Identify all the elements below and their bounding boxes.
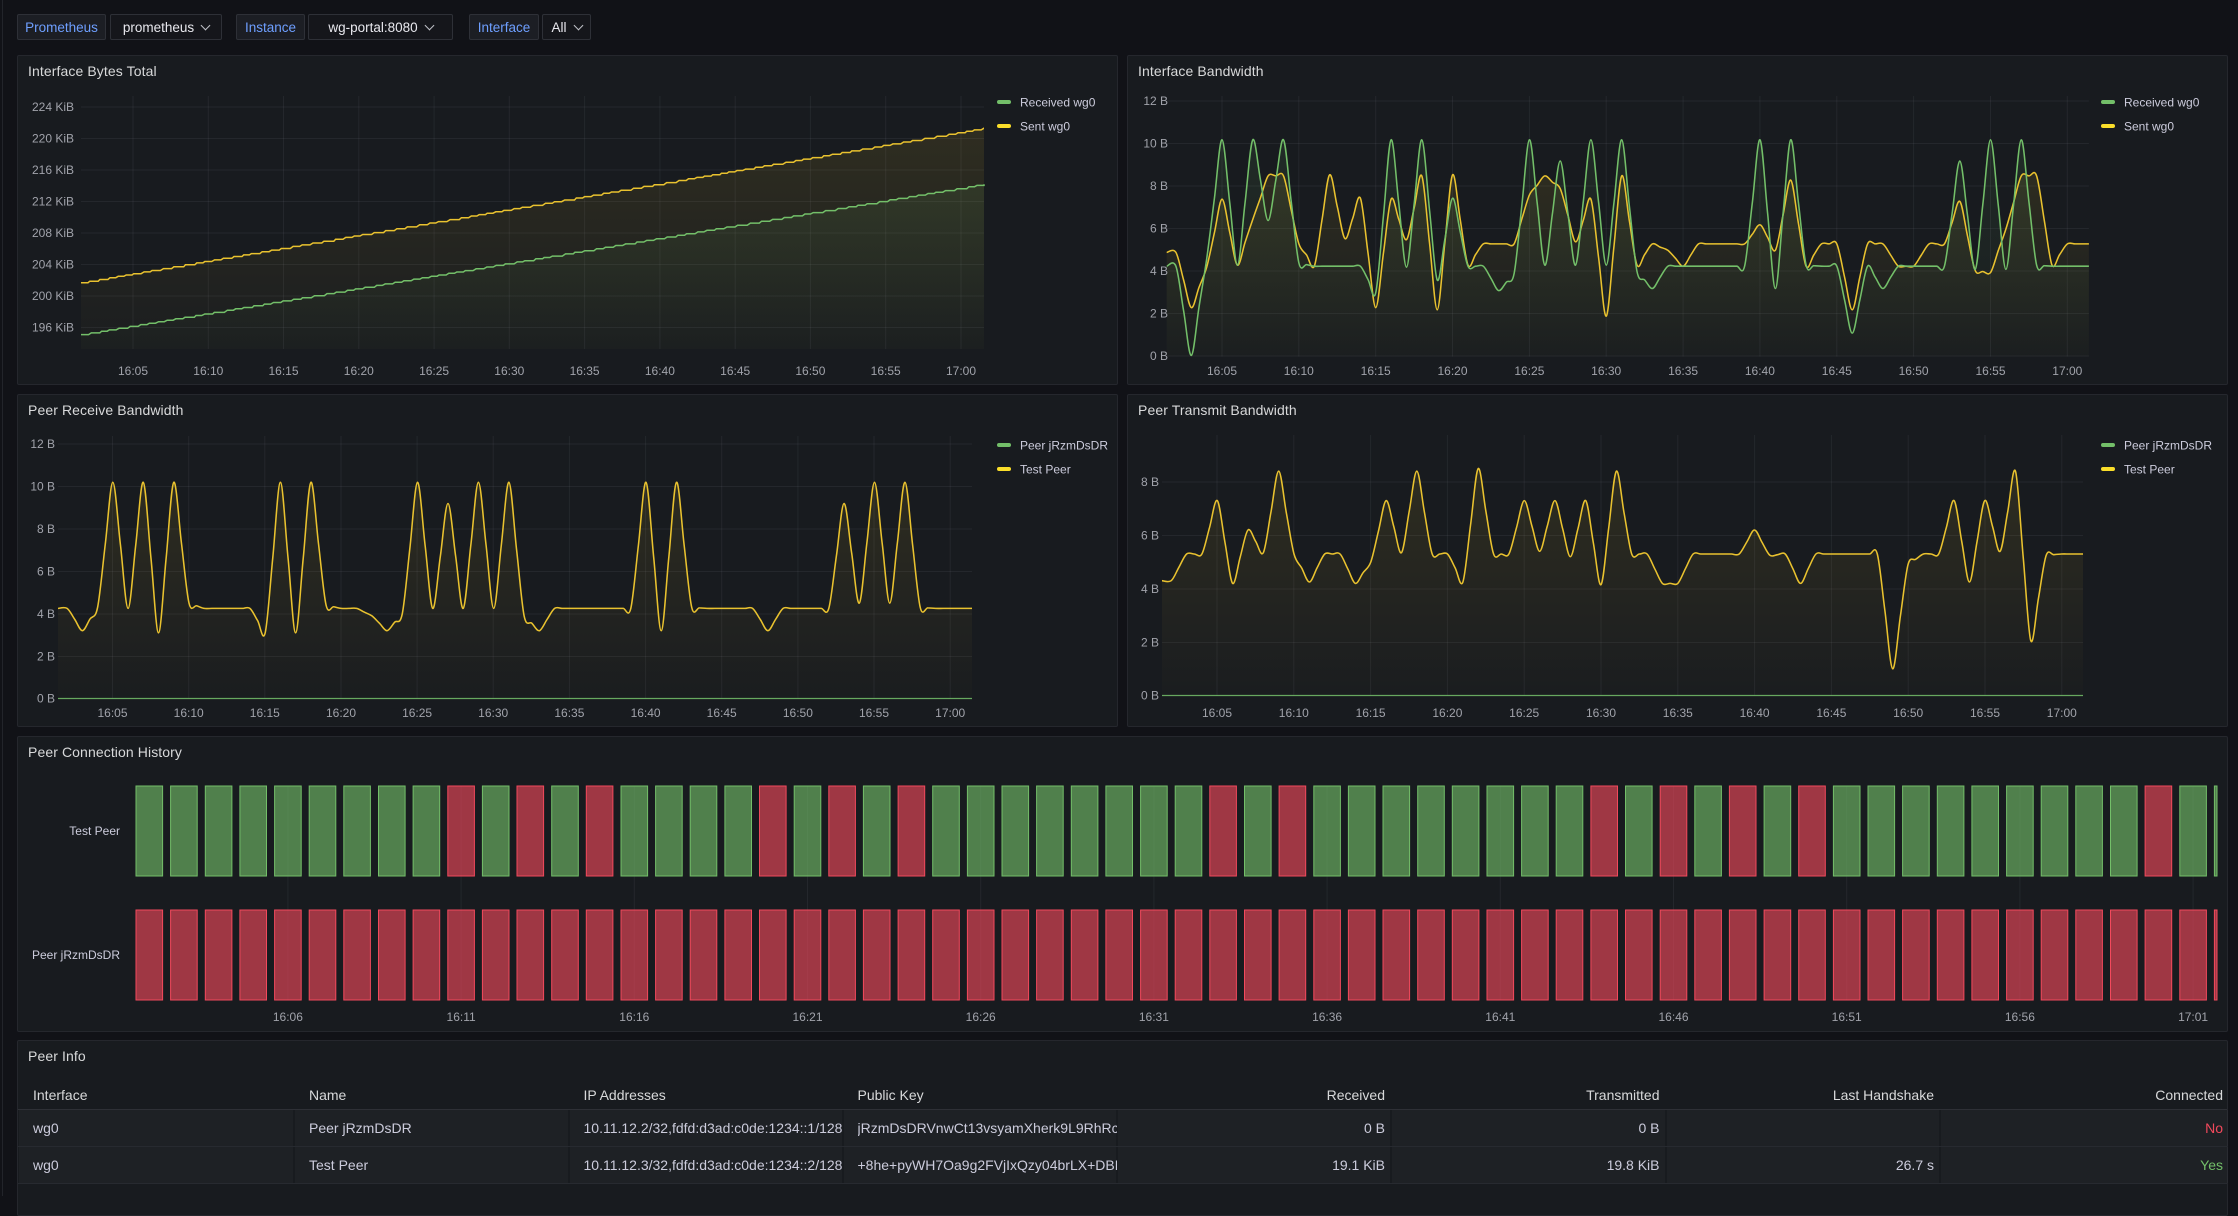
svg-text:8 B: 8 B (1141, 475, 1159, 489)
svg-text:8 B: 8 B (1150, 179, 1168, 193)
svg-text:16:25: 16:25 (402, 706, 432, 720)
svg-text:Received wg0: Received wg0 (1020, 96, 1096, 110)
svg-text:16:35: 16:35 (1668, 364, 1698, 378)
svg-text:17:00: 17:00 (935, 706, 965, 720)
svg-text:16:11: 16:11 (447, 1010, 476, 1024)
svg-text:16:15: 16:15 (250, 706, 280, 720)
svg-text:16:10: 16:10 (193, 364, 223, 378)
svg-text:17:00: 17:00 (2052, 364, 2082, 378)
svg-text:16:20: 16:20 (1437, 364, 1467, 378)
svg-text:16:26: 16:26 (966, 1010, 996, 1024)
svg-text:16:40: 16:40 (631, 706, 661, 720)
svg-text:16:05: 16:05 (97, 706, 127, 720)
svg-text:16:30: 16:30 (1591, 364, 1621, 378)
svg-text:4 B: 4 B (37, 607, 55, 621)
svg-text:Test Peer: Test Peer (69, 824, 120, 838)
svg-text:16:41: 16:41 (1485, 1010, 1515, 1024)
svg-text:2 B: 2 B (1150, 307, 1168, 321)
svg-text:212 KiB: 212 KiB (32, 195, 74, 209)
svg-text:16:55: 16:55 (859, 706, 889, 720)
svg-text:196 KiB: 196 KiB (32, 321, 74, 335)
svg-text:16:05: 16:05 (118, 364, 148, 378)
svg-text:6 B: 6 B (37, 565, 55, 579)
svg-text:2 B: 2 B (1141, 636, 1159, 650)
svg-text:12 B: 12 B (30, 437, 55, 451)
svg-text:204 KiB: 204 KiB (32, 258, 74, 272)
svg-text:16:46: 16:46 (1658, 1010, 1688, 1024)
svg-text:16:51: 16:51 (1832, 1010, 1862, 1024)
svg-text:16:35: 16:35 (570, 364, 600, 378)
svg-text:16:20: 16:20 (344, 364, 374, 378)
svg-text:16:45: 16:45 (1822, 364, 1852, 378)
svg-text:16:45: 16:45 (1816, 706, 1846, 720)
svg-text:4 B: 4 B (1141, 582, 1159, 596)
svg-text:Sent wg0: Sent wg0 (2124, 120, 2174, 134)
svg-text:16:30: 16:30 (494, 364, 524, 378)
svg-text:10 B: 10 B (30, 480, 55, 494)
svg-text:0 B: 0 B (1141, 689, 1159, 703)
svg-text:6 B: 6 B (1141, 529, 1159, 543)
svg-text:16:50: 16:50 (795, 364, 825, 378)
svg-text:224 KiB: 224 KiB (32, 100, 74, 114)
svg-text:Peer jRzmDsDR: Peer jRzmDsDR (2124, 439, 2212, 453)
svg-text:16:55: 16:55 (871, 364, 901, 378)
svg-text:216 KiB: 216 KiB (32, 163, 74, 177)
svg-text:16:15: 16:15 (1356, 706, 1386, 720)
svg-text:16:30: 16:30 (1586, 706, 1616, 720)
svg-text:16:31: 16:31 (1139, 1010, 1169, 1024)
svg-text:Test Peer: Test Peer (2124, 463, 2175, 477)
svg-text:8 B: 8 B (37, 522, 55, 536)
svg-text:Test Peer: Test Peer (1020, 463, 1071, 477)
svg-text:Peer jRzmDsDR: Peer jRzmDsDR (32, 948, 120, 962)
svg-text:200 KiB: 200 KiB (32, 289, 74, 303)
svg-text:16:25: 16:25 (419, 364, 449, 378)
svg-text:12 B: 12 B (1143, 94, 1168, 108)
svg-text:16:50: 16:50 (1893, 706, 1923, 720)
svg-text:16:36: 16:36 (1312, 1010, 1342, 1024)
svg-text:Sent wg0: Sent wg0 (1020, 120, 1070, 134)
svg-text:16:10: 16:10 (1279, 706, 1309, 720)
svg-text:10 B: 10 B (1143, 137, 1168, 151)
svg-text:16:10: 16:10 (174, 706, 204, 720)
svg-text:4 B: 4 B (1150, 264, 1168, 278)
svg-text:16:16: 16:16 (619, 1010, 649, 1024)
svg-text:16:05: 16:05 (1202, 706, 1232, 720)
svg-text:16:40: 16:40 (1740, 706, 1770, 720)
svg-text:16:40: 16:40 (645, 364, 675, 378)
svg-text:Peer jRzmDsDR: Peer jRzmDsDR (1020, 439, 1108, 453)
svg-text:0 B: 0 B (37, 692, 55, 706)
svg-text:16:45: 16:45 (707, 706, 737, 720)
svg-text:0 B: 0 B (1150, 349, 1168, 363)
svg-text:16:56: 16:56 (2005, 1010, 2035, 1024)
svg-text:16:45: 16:45 (720, 364, 750, 378)
svg-text:16:20: 16:20 (1432, 706, 1462, 720)
svg-text:16:25: 16:25 (1509, 706, 1539, 720)
svg-text:16:25: 16:25 (1514, 364, 1544, 378)
svg-text:16:06: 16:06 (273, 1010, 303, 1024)
svg-text:16:05: 16:05 (1207, 364, 1237, 378)
svg-text:208 KiB: 208 KiB (32, 226, 74, 240)
svg-text:220 KiB: 220 KiB (32, 132, 74, 146)
svg-text:16:55: 16:55 (1975, 364, 2005, 378)
svg-text:16:30: 16:30 (478, 706, 508, 720)
svg-text:6 B: 6 B (1150, 222, 1168, 236)
svg-text:2 B: 2 B (37, 650, 55, 664)
svg-text:17:00: 17:00 (2047, 706, 2077, 720)
svg-text:17:01: 17:01 (2178, 1010, 2208, 1024)
svg-text:16:35: 16:35 (554, 706, 584, 720)
svg-text:Received wg0: Received wg0 (2124, 96, 2200, 110)
svg-text:16:35: 16:35 (1663, 706, 1693, 720)
svg-text:16:15: 16:15 (1361, 364, 1391, 378)
svg-text:16:50: 16:50 (1899, 364, 1929, 378)
svg-text:16:20: 16:20 (326, 706, 356, 720)
svg-text:16:21: 16:21 (792, 1010, 822, 1024)
svg-text:16:15: 16:15 (268, 364, 298, 378)
svg-text:17:00: 17:00 (946, 364, 976, 378)
svg-text:16:40: 16:40 (1745, 364, 1775, 378)
svg-text:16:55: 16:55 (1970, 706, 2000, 720)
svg-text:16:10: 16:10 (1284, 364, 1314, 378)
svg-text:16:50: 16:50 (783, 706, 813, 720)
